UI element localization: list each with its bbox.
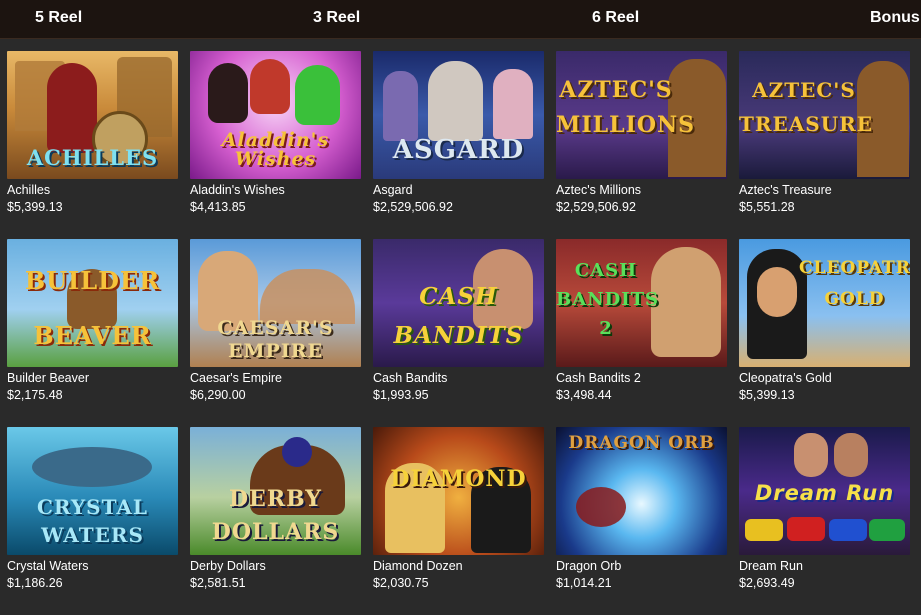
game-category-tabs: 5 Reel 3 Reel 6 Reel Bonus [0,0,921,39]
game-name: Diamond Dozen [373,559,463,573]
game-jackpot: $2,175.48 [7,388,63,402]
game-card-caesars-empire[interactable]: CAESAR'S EMPIRE Caesar's Empire $6,290.0… [190,239,361,427]
game-thumbnail[interactable]: DERBY DOLLARS [190,427,361,555]
game-logo: AZTEC'S TREASURE [739,78,874,136]
game-thumbnail[interactable]: CASH BANDITS 2 [556,239,727,367]
game-card-dream-run[interactable]: Dream Run Dream Run $2,693.49 [739,427,910,615]
game-logo: ACHILLES [26,145,159,170]
game-card-derby-dollars[interactable]: DERBY DOLLARS Derby Dollars $2,581.51 [190,427,361,615]
game-jackpot: $5,551.28 [739,200,795,214]
game-card-crystal-waters[interactable]: CRYSTAL WATERS Crystal Waters $1,186.26 [7,427,178,615]
game-thumbnail[interactable]: ASGARD [373,51,544,179]
game-card-cash-bandits-2[interactable]: CASH BANDITS 2 Cash Bandits 2 $3,498.44 [556,239,727,427]
game-logo: CASH BANDITS [393,283,524,350]
tab-5-reel[interactable]: 5 Reel [35,9,82,27]
game-jackpot: $2,529,506.92 [556,200,636,214]
game-logo: BUILDER BEAVER [24,266,161,351]
game-jackpot: $2,529,506.92 [373,200,453,214]
game-card-aztecs-millions[interactable]: AZTEC'S MILLIONS Aztec's Millions $2,529… [556,51,727,239]
game-logo: DIAMOND DOZEN [390,466,527,492]
game-logo: CLEOPATRA'S GOLD [799,258,910,309]
game-thumbnail[interactable]: CRYSTAL WATERS [7,427,178,555]
game-jackpot: $4,413.85 [190,200,246,214]
game-name: Aztec's Millions [556,183,642,197]
game-logo: CASH BANDITS 2 [556,260,660,339]
game-jackpot: $1,014.21 [556,576,612,590]
game-name: Crystal Waters [7,559,89,573]
game-name: Asgard [373,183,413,197]
game-thumbnail[interactable]: Dream Run [739,427,910,555]
game-logo: ASGARD [392,135,525,165]
game-jackpot: $3,498.44 [556,388,612,402]
game-thumbnail[interactable]: AZTEC'S TREASURE [739,51,910,179]
game-name: Caesar's Empire [190,371,282,385]
game-jackpot: $2,693.49 [739,576,795,590]
tab-bonus[interactable]: Bonus [870,9,920,27]
game-thumbnail[interactable]: AZTEC'S MILLIONS [556,51,727,179]
game-card-aztecs-treasure[interactable]: AZTEC'S TREASURE Aztec's Treasure $5,551… [739,51,910,239]
game-logo: DERBY DOLLARS [211,486,340,545]
game-jackpot: $5,399.13 [7,200,63,214]
game-jackpot: $1,993.95 [373,388,429,402]
game-card-aladdins-wishes[interactable]: Aladdin's Wishes Aladdin's Wishes $4,413… [190,51,361,239]
game-thumbnail[interactable]: BUILDER BEAVER [7,239,178,367]
game-card-diamond-dozen[interactable]: DIAMOND DOZEN Diamond Dozen $2,030.75 [373,427,544,615]
game-name: Cleopatra's Gold [739,371,832,385]
game-jackpot: $1,186.26 [7,576,63,590]
game-thumbnail[interactable]: Aladdin's Wishes [190,51,361,179]
game-card-cash-bandits[interactable]: CASH BANDITS Cash Bandits $1,993.95 [373,239,544,427]
game-logo: Dream Run [754,481,895,505]
game-jackpot: $2,581.51 [190,576,246,590]
game-jackpot: $6,290.00 [190,388,246,402]
game-thumbnail[interactable]: DRAGON ORB [556,427,727,555]
game-card-builder-beaver[interactable]: BUILDER BEAVER Builder Beaver $2,175.48 [7,239,178,427]
game-logo: AZTEC'S MILLIONS [556,77,696,139]
game-logo: CAESAR'S EMPIRE [217,317,334,362]
game-name: Derby Dollars [190,559,266,573]
game-card-cleopatras-gold[interactable]: CLEOPATRA'S GOLD Cleopatra's Gold $5,399… [739,239,910,427]
game-logo: CRYSTAL WATERS [36,495,148,547]
game-card-achilles[interactable]: ACHILLES Achilles $5,399.13 [7,51,178,239]
game-jackpot: $5,399.13 [739,388,795,402]
game-thumbnail[interactable]: CASH BANDITS [373,239,544,367]
game-name: Aladdin's Wishes [190,183,285,197]
game-card-asgard[interactable]: ASGARD Asgard $2,529,506.92 [373,51,544,239]
game-card-dragon-orb[interactable]: DRAGON ORB Dragon Orb $1,014.21 [556,427,727,615]
game-thumbnail[interactable]: ACHILLES [7,51,178,179]
tab-3-reel[interactable]: 3 Reel [313,9,360,27]
game-name: Dream Run [739,559,803,573]
game-thumbnail[interactable]: DIAMOND DOZEN [373,427,544,555]
game-name: Cash Bandits [373,371,448,385]
game-name: Dragon Orb [556,559,622,573]
game-thumbnail[interactable]: CAESAR'S EMPIRE [190,239,361,367]
game-name: Cash Bandits 2 [556,371,641,385]
game-name: Achilles [7,183,51,197]
game-thumbnail[interactable]: CLEOPATRA'S GOLD [739,239,910,367]
game-name: Builder Beaver [7,371,89,385]
game-jackpot: $2,030.75 [373,576,429,590]
game-name: Aztec's Treasure [739,183,832,197]
game-logo: Aladdin's Wishes [221,129,330,170]
tab-6-reel[interactable]: 6 Reel [592,9,639,27]
game-logo: DRAGON ORB [568,433,715,453]
game-grid: ACHILLES Achilles $5,399.13 Aladdin's Wi… [7,51,910,615]
